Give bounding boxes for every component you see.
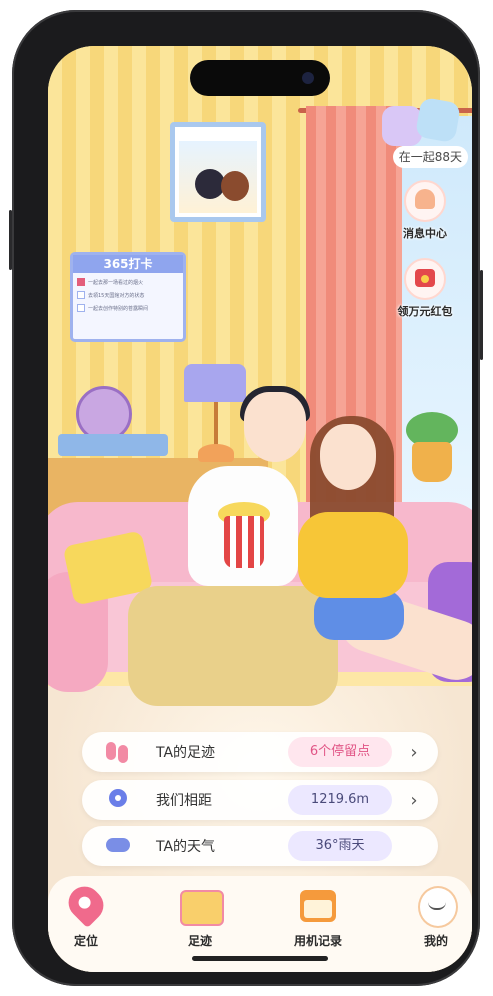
- volume-button: [9, 210, 12, 270]
- red-envelope-button[interactable]: 领万元红包: [392, 258, 458, 319]
- couple-photo-frame: [170, 122, 266, 222]
- plant-pot: [412, 442, 452, 482]
- lamp-shade: [184, 364, 246, 402]
- photo: [179, 141, 257, 213]
- map-icon: [178, 884, 224, 928]
- checkin-board-title: 365打卡: [73, 255, 183, 273]
- card-title: TA的足迹: [156, 745, 216, 761]
- checkin-item-label: 一起去那一场看过的烟火: [88, 279, 144, 286]
- checkbox: [77, 291, 85, 299]
- chevron-right-icon: ›: [410, 741, 418, 763]
- avatar-boy: [414, 96, 462, 144]
- checkbox-checked: [77, 278, 85, 286]
- location-icon: [61, 879, 111, 929]
- player-base: [58, 434, 168, 456]
- message-center-label: 消息中心: [403, 227, 447, 240]
- tab-mine[interactable]: 我的: [396, 884, 472, 949]
- tab-footprints[interactable]: 足迹: [160, 884, 240, 949]
- bell-icon: [404, 180, 446, 222]
- days-together-badge: 在一起88天: [392, 146, 468, 168]
- lamp-pole: [214, 402, 218, 446]
- weather-card[interactable]: TA的天气 36°雨天: [82, 826, 438, 866]
- tab-label: 足迹: [187, 934, 212, 948]
- record-player: [58, 386, 168, 458]
- tab-label: 定位: [73, 934, 98, 948]
- photo-girl: [221, 171, 249, 201]
- checkin-item-label: 一起去创作特别的苍露瞬间: [88, 305, 149, 312]
- tab-label: 用机记录: [293, 934, 342, 948]
- app-screen: 365打卡 一起去那一场看过的烟火 去領15天国館对方的状态 一起去创作特别的苍…: [48, 46, 472, 972]
- tab-usage-records[interactable]: 用机记录: [278, 884, 358, 949]
- popcorn-bucket: [224, 516, 264, 568]
- checkin-item: 一起去那一场看过的烟火: [77, 278, 179, 286]
- red-envelope-icon: [404, 258, 446, 300]
- phone-frame: 365打卡 一起去那一场看过的烟火 去領15天国館对方的状态 一起去创作特别的苍…: [9, 10, 483, 986]
- woman-head: [320, 424, 376, 490]
- profile-icon: [414, 884, 458, 928]
- card-value: 1219.6m: [288, 785, 392, 815]
- tab-label: 我的: [423, 934, 448, 948]
- chevron-right-icon: ›: [410, 789, 418, 811]
- card-value: 6个停留点: [288, 737, 392, 767]
- checkbox: [77, 304, 85, 312]
- rain-cloud-icon: [106, 834, 130, 858]
- lamp-base: [198, 444, 234, 462]
- card-title: 我们相距: [156, 793, 212, 809]
- footprints-icon: [106, 740, 130, 764]
- home-indicator[interactable]: [192, 956, 328, 961]
- card-title: TA的天气: [156, 839, 216, 855]
- man-head: [244, 392, 306, 462]
- woman-top: [298, 512, 408, 598]
- footprints-card[interactable]: TA的足迹 6个停留点 ›: [82, 732, 438, 772]
- card-value: 36°雨天: [288, 831, 392, 861]
- distance-card[interactable]: 我们相距 1219.6m ›: [82, 780, 438, 820]
- checkin-item-label: 去領15天国館对方的状态: [88, 292, 145, 299]
- checkin-item: 去領15天国館对方的状态: [77, 291, 179, 299]
- red-envelope-label: 领万元红包: [397, 305, 453, 318]
- dynamic-island: [190, 60, 330, 96]
- power-button: [480, 270, 483, 360]
- checkin-item: 一起去创作特别的苍露瞬间: [77, 304, 179, 312]
- location-pin-icon: [106, 788, 130, 812]
- man-legs: [128, 586, 338, 706]
- message-center-button[interactable]: 消息中心: [392, 180, 458, 241]
- checkin-board: 365打卡 一起去那一场看过的烟火 去領15天国館对方的状态 一起去创作特别的苍…: [70, 252, 186, 342]
- tab-location[interactable]: 定位: [48, 879, 126, 949]
- calendar-chart-icon: [296, 884, 340, 928]
